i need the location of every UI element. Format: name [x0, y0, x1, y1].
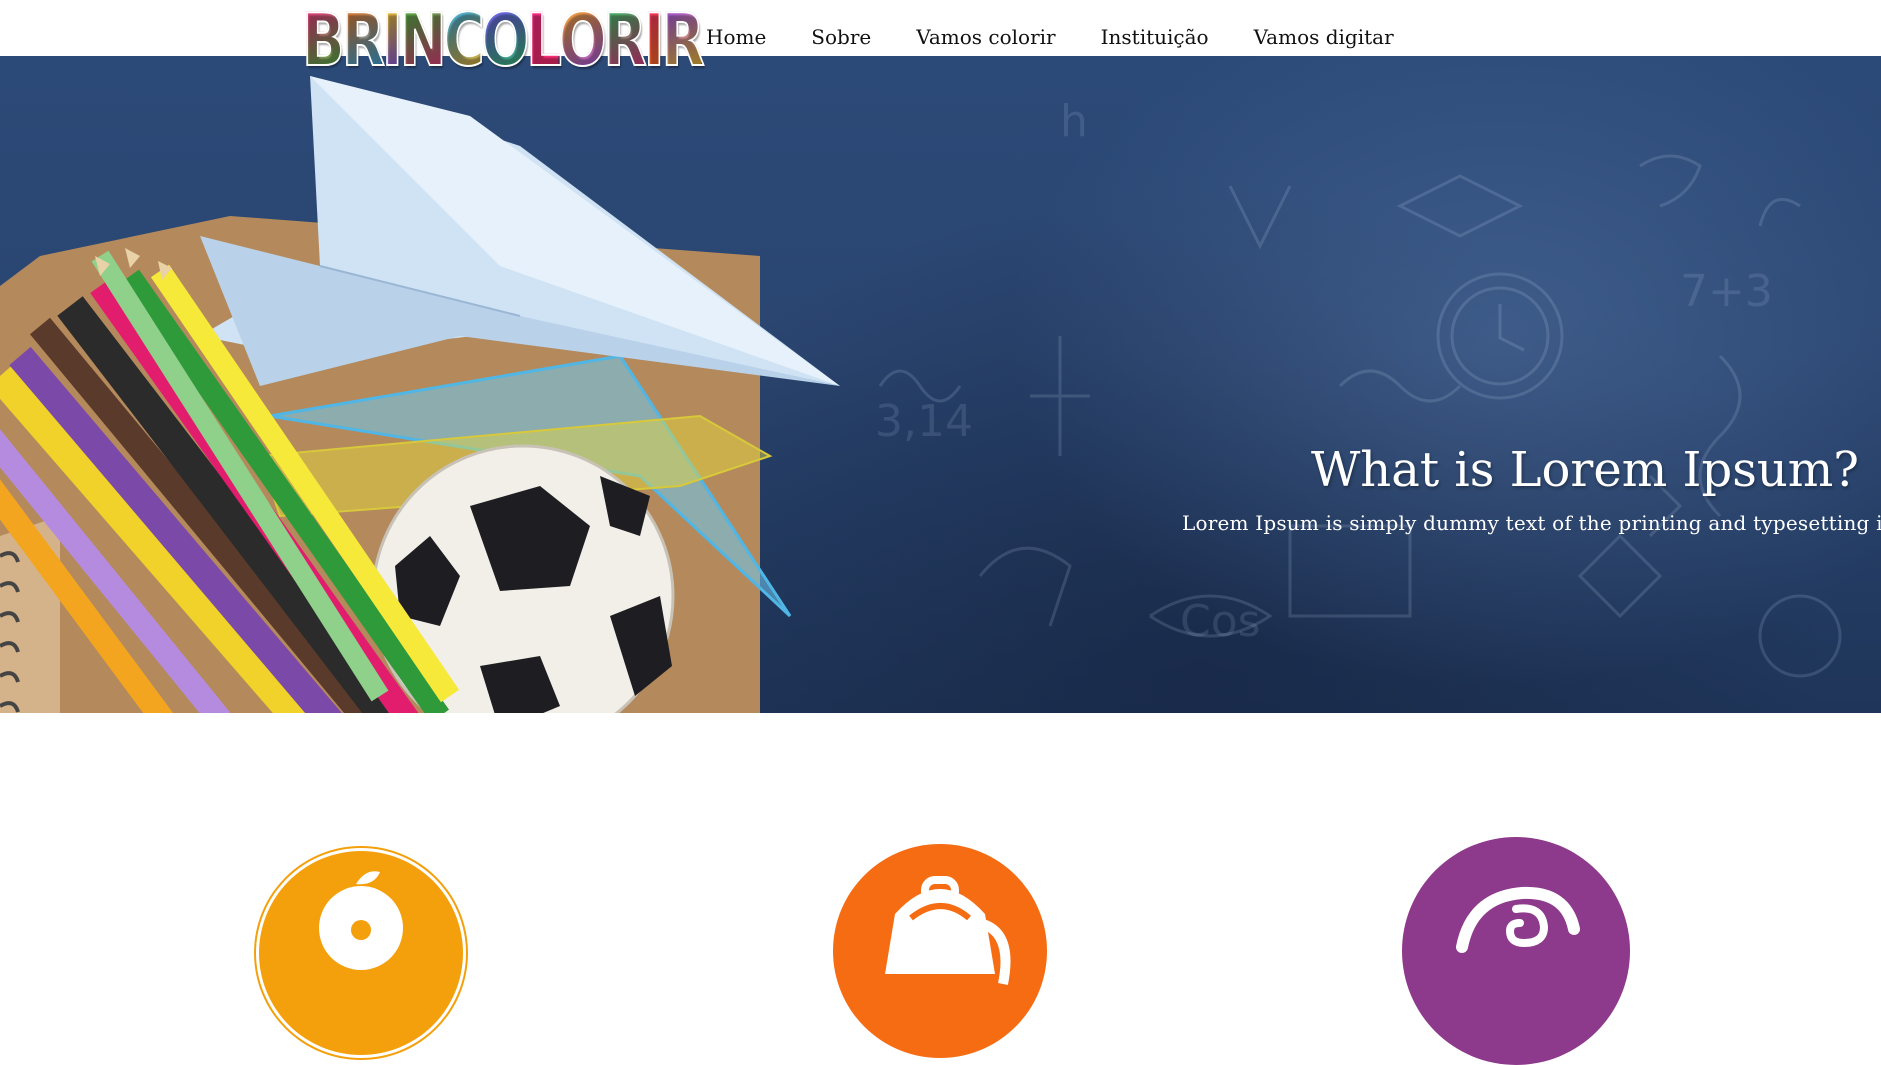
swirl-icon: [1456, 886, 1580, 953]
logo-letter: C: [443, 0, 486, 82]
feature-swirl[interactable]: [1402, 837, 1630, 1065]
logo-letter: R: [341, 0, 386, 82]
apple-icon: [319, 871, 403, 970]
nav-item-vamos-colorir[interactable]: Vamos colorir: [916, 20, 1055, 54]
hero-subtitle: Lorem Ipsum is simply dummy text of the …: [1182, 511, 1881, 535]
logo-letter: O: [558, 0, 607, 82]
nav-item-vamos-digitar[interactable]: Vamos digitar: [1254, 20, 1394, 54]
nav-item-home[interactable]: Home: [706, 20, 766, 54]
main-nav: Home Sobre Vamos colorir Instituição Vam…: [706, 20, 1439, 54]
logo-letter: L: [525, 0, 562, 82]
nav-item-sobre[interactable]: Sobre: [811, 20, 871, 54]
logo-letter: R: [603, 0, 648, 82]
hero-school-supplies-image: [0, 56, 900, 713]
logo-letter: R: [661, 0, 706, 82]
site-header: BRINCOLORIR Home Sobre Vamos colorir Ins…: [0, 0, 1881, 79]
feature-apple[interactable]: [256, 848, 466, 1058]
logo-letter: I: [381, 0, 403, 82]
brand-logo[interactable]: BRINCOLORIR: [301, 0, 705, 82]
logo-letter: B: [301, 0, 345, 82]
feature-backpack[interactable]: [833, 844, 1047, 1058]
svg-text:h: h: [1060, 96, 1088, 147]
svg-text:Cos: Cos: [1180, 596, 1261, 647]
logo-letter: O: [481, 0, 530, 82]
logo-letter: N: [399, 0, 448, 82]
svg-text:7+3: 7+3: [1680, 266, 1773, 317]
logo-letter: I: [643, 0, 665, 82]
hero-banner: 3,14 Cos 7+3 h What is Lorem Ipsum? Lore…: [0, 56, 1881, 713]
nav-item-instituicao[interactable]: Instituição: [1101, 20, 1209, 54]
backpack-icon: [885, 876, 1011, 985]
hero-title: What is Lorem Ipsum?: [1310, 442, 1859, 498]
